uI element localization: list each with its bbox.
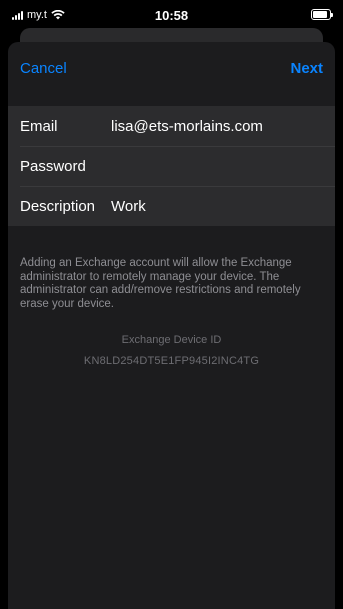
device-id-value: KN8LD254DT5E1FP945I2INC4TG [83,355,260,367]
exchange-info-note: Adding an Exchange account will allow th… [20,257,301,310]
password-label: Password [20,157,86,175]
cancel-button[interactable]: Cancel [20,60,67,77]
description-row[interactable]: Description Work [8,186,335,226]
battery-fill [313,11,327,18]
email-label: Email [20,117,58,135]
status-time: 10:58 [154,8,189,23]
password-row[interactable]: Password [8,146,335,186]
description-label: Description [20,197,96,215]
next-button[interactable]: Next [290,60,323,77]
status-bar: my.t 10:58 [0,0,343,30]
account-form: Email lisa@ets-morlains.com Password Des… [8,106,335,226]
email-row[interactable]: Email lisa@ets-morlains.com [8,106,335,146]
exchange-account-sheet: Cancel Next Email lisa@ets-morlains.com … [8,42,335,609]
battery-tip [331,13,333,17]
nav-bar: Cancel Next [8,42,335,106]
battery-icon [311,9,333,20]
device-id-title: Exchange Device ID [121,334,222,346]
description-field[interactable]: Work [111,198,146,215]
email-field[interactable]: lisa@ets-morlains.com [111,118,263,135]
